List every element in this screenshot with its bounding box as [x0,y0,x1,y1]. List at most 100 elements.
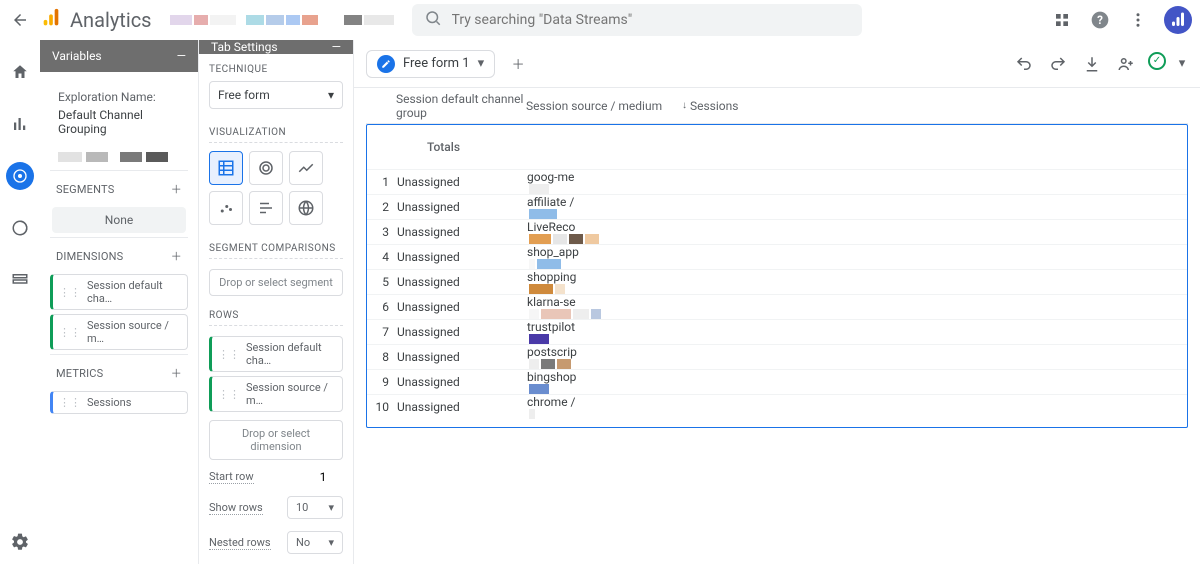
rail-configure-icon[interactable] [6,266,34,294]
redacted-text [529,184,677,194]
redo-icon[interactable] [1046,52,1070,76]
rail-home-icon[interactable] [6,58,34,86]
pencil-icon [377,55,395,73]
table-row[interactable]: 9Unassignedbingshop [367,369,1187,394]
nested-rows-select[interactable]: No▾ [287,531,343,554]
avatar[interactable] [1164,6,1192,34]
table-selection: Totals 1Unassignedgoog-me2Unassignedaffi… [366,124,1188,428]
redacted-property [344,15,394,25]
table-row[interactable]: 1Unassignedgoog-me [367,169,1187,194]
add-segment-button[interactable]: ＋ [171,181,182,197]
viz-table-icon[interactable] [209,151,243,185]
status-dropdown-icon[interactable]: ▾ [1176,52,1188,76]
technique-select[interactable]: Free form ▾ [209,81,343,109]
cell-channel-group: Unassigned [397,250,527,264]
table-row[interactable]: 2Unassignedaffiliate / [367,194,1187,219]
cell-channel-group: Unassigned [397,375,527,389]
technique-label: TECHNIQUE [199,54,353,79]
start-row-input[interactable] [303,470,343,484]
table-row[interactable]: 7Unassignedtrustpilot [367,319,1187,344]
add-tab-button[interactable]: ＋ [503,49,533,79]
visualization-label: VISUALIZATION [209,117,343,143]
viz-donut-icon[interactable] [249,151,283,185]
cell-channel-group: Unassigned [397,325,527,339]
redacted-text [529,334,677,344]
search-input[interactable] [452,12,850,28]
segments-none: None [52,207,186,233]
totals-row: Totals [367,125,1187,169]
rail-settings-icon[interactable] [6,528,34,556]
table-row[interactable]: 8Unassignedpostscrip [367,344,1187,369]
row-chip[interactable]: ⋮⋮Session default cha… [209,336,343,372]
share-icon[interactable] [1114,52,1138,76]
cell-source-medium: LiveReco [527,220,677,244]
rail-reports-icon[interactable] [6,110,34,138]
viz-scatter-icon[interactable] [209,191,243,225]
redacted-breadcrumb [170,15,318,25]
brand-title: Analytics [70,8,152,32]
segment-drop-area[interactable]: Drop or select segment [209,269,343,296]
brand: Analytics [40,7,152,34]
back-arrow[interactable] [8,8,32,32]
apps-icon[interactable] [1050,8,1074,32]
analytics-logo-icon [40,7,62,34]
drag-grip-icon: ⋮⋮ [59,326,81,339]
undo-icon[interactable] [1012,52,1036,76]
dimension-chip[interactable]: ⋮⋮Session source / m… [50,314,188,350]
chevron-down-icon: ▾ [328,501,334,514]
chevron-down-icon: ▾ [328,88,334,102]
rail-advertising-icon[interactable] [6,214,34,242]
viz-geo-icon[interactable] [289,191,323,225]
redacted-text [529,309,677,319]
row-chip[interactable]: ⋮⋮Session source / m… [209,376,343,412]
segment-comparisons-label: SEGMENT COMPARISONS [209,233,343,259]
exploration-name-label: Exploration Name: [50,82,188,108]
cell-source-medium: chrome / [527,395,677,419]
search-box[interactable] [412,4,862,36]
sort-arrow-icon: ↓ [682,100,687,111]
show-rows-select[interactable]: 10▾ [287,496,343,519]
drag-grip-icon: ⋮⋮ [59,286,81,299]
dimensions-section-label: DIMENSIONS [56,250,123,263]
table-row[interactable]: 10Unassignedchrome / [367,394,1187,419]
cell-channel-group: Unassigned [397,175,527,189]
search-icon [424,9,442,31]
table-row[interactable]: 3UnassignedLiveReco [367,219,1187,244]
redacted-text [529,359,677,369]
column-header-a[interactable]: Session default channel group [396,92,526,120]
dimension-chip[interactable]: ⋮⋮Session default cha… [50,274,188,310]
metric-chip[interactable]: ⋮⋮Sessions [50,391,188,414]
chevron-down-icon[interactable]: ▾ [478,56,485,71]
redacted-date-range[interactable] [50,148,188,170]
rail-explore-icon[interactable] [6,162,34,190]
collapse-icon[interactable]: — [177,49,186,63]
exploration-tab[interactable]: Free form 1 ▾ [366,50,495,78]
add-dimension-button[interactable]: ＋ [171,248,182,264]
exploration-name-value[interactable]: Default Channel Grouping [50,108,188,148]
download-icon[interactable] [1080,52,1104,76]
table-row[interactable]: 5Unassignedshopping [367,269,1187,294]
drag-grip-icon: ⋮⋮ [59,396,81,409]
variables-panel-title: Variables [52,49,102,63]
cell-channel-group: Unassigned [397,275,527,289]
help-icon[interactable]: ? [1088,8,1112,32]
table-row[interactable]: 6Unassignedklarna-se [367,294,1187,319]
cell-channel-group: Unassigned [397,225,527,239]
cell-channel-group: Unassigned [397,400,527,414]
viz-line-icon[interactable] [289,151,323,185]
cell-source-medium: klarna-se [527,295,677,319]
collapse-icon[interactable]: — [332,40,341,54]
redacted-text [529,384,677,394]
drag-grip-icon: ⋮⋮ [218,348,240,361]
table-row[interactable]: 4Unassignedshop_app [367,244,1187,269]
show-rows-label: Show rows [209,501,263,515]
column-header-metric[interactable]: ↓Sessions [682,99,1188,113]
status-check-icon[interactable]: ✓ [1148,52,1166,70]
column-header-b[interactable]: Session source / medium [526,99,676,113]
viz-bar-icon[interactable] [249,191,283,225]
cell-source-medium: affiliate / [527,195,677,219]
more-vert-icon[interactable] [1126,8,1150,32]
table-header-row: Session default channel group Session so… [366,88,1188,124]
dimension-drop-area[interactable]: Drop or select dimension [209,420,343,460]
add-metric-button[interactable]: ＋ [171,365,182,381]
